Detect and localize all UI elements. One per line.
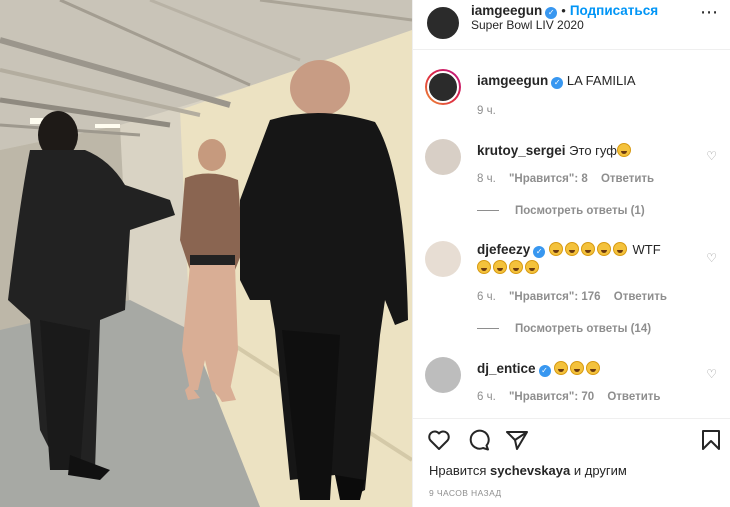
view-replies-label: Посмотреть ответы (1) <box>515 205 645 217</box>
comment-text-row: dj_entice ✓ <box>477 360 697 378</box>
comment-item: djefeezy ✓ WTF ♡ 6 ч. "Нравится": 176 Отв… <box>425 241 725 341</box>
comment-text: WTF <box>632 242 661 257</box>
laughing-emoji-icon <box>580 242 595 256</box>
commenter-avatar[interactable] <box>425 241 461 277</box>
caption-text-row: iamgeegun ✓ LA FAMILIA <box>477 72 697 90</box>
separator-dot: • <box>561 3 566 18</box>
post-panel: iamgeegun ✓ • Подписаться Super Bowl LIV 20… <box>412 0 730 507</box>
laughing-emoji-icon <box>554 361 569 375</box>
comment-item: dj_entice ✓ ♡ 6 ч. "Нравится": 70 Ответит… <box>425 357 725 417</box>
instagram-post: iamgeegun ✓ • Подписаться Super Bowl LIV 20… <box>0 0 730 507</box>
comment-username[interactable]: krutoy_sergei <box>477 143 566 158</box>
bookmark-icon[interactable] <box>701 429 721 451</box>
caption-time[interactable]: 9 ч. <box>477 105 496 117</box>
liked-by: Нравится sychevskaya и другим <box>429 463 627 478</box>
laughing-emoji-icon <box>548 242 563 256</box>
comment-item: krutoy_sergei Это гуф ♡ 8 ч. "Нравится":… <box>425 139 725 229</box>
more-icon[interactable]: ⋯ <box>700 2 719 23</box>
caption: iamgeegun ✓ LA FAMILIA 9 ч. <box>425 69 725 129</box>
comment-text-row: djefeezy ✓ WTF <box>477 241 697 277</box>
caption-avatar[interactable] <box>425 69 461 105</box>
comment-text: Это гуф <box>569 143 617 158</box>
post-time-ago-text: 9 часов назад <box>429 488 502 498</box>
view-replies-button[interactable]: Посмотреть ответы (1) <box>477 205 645 217</box>
comment-username[interactable]: djefeezy <box>477 242 530 257</box>
comment-meta: 8 ч. "Нравится": 8 Ответить <box>477 173 664 185</box>
post-time-ago[interactable]: 9 часов назад <box>429 488 502 498</box>
comment-icon[interactable] <box>467 429 491 451</box>
header-user-row: iamgeegun ✓ • Подписаться <box>471 3 658 19</box>
comment-likes[interactable]: "Нравится": 70 <box>509 391 594 403</box>
view-replies-label: Посмотреть ответы (14) <box>515 323 652 335</box>
laughing-emoji-icon <box>570 361 585 375</box>
comment-heart-icon[interactable]: ♡ <box>706 367 717 381</box>
verified-icon: ✓ <box>538 365 551 377</box>
comment-heart-icon[interactable]: ♡ <box>706 251 717 265</box>
post-header: iamgeegun ✓ • Подписаться Super Bowl LIV 20… <box>413 0 730 50</box>
caption-text: LA FAMILIA <box>566 73 636 88</box>
comment-time[interactable]: 6 ч. <box>477 291 496 303</box>
laughing-emoji-icon <box>525 260 539 274</box>
author-avatar[interactable] <box>425 5 461 41</box>
heart-icon[interactable] <box>427 429 451 451</box>
grinning-emoji-icon <box>616 143 631 157</box>
comment-likes[interactable]: "Нравится": 176 <box>509 291 601 303</box>
replies-line <box>477 328 499 330</box>
laughing-emoji-icon <box>586 361 601 375</box>
post-location[interactable]: Super Bowl LIV 2020 <box>471 18 584 32</box>
post-image <box>0 0 412 507</box>
author-username[interactable]: iamgeegun <box>471 3 542 18</box>
caption-meta: 9 ч. <box>477 105 506 117</box>
commenter-avatar[interactable] <box>425 357 461 393</box>
caption-username[interactable]: iamgeegun <box>477 73 548 88</box>
verified-icon: ✓ <box>533 246 546 258</box>
laughing-emoji-icon <box>509 260 523 274</box>
laughing-emoji-icon <box>477 260 491 274</box>
view-replies-button[interactable]: Посмотреть ответы (14) <box>477 323 651 335</box>
comment-likes[interactable]: "Нравится": 8 <box>509 173 588 185</box>
liked-suffix[interactable]: и другим <box>574 463 627 478</box>
replies-line <box>477 210 499 212</box>
liked-prefix: Нравится <box>429 463 487 478</box>
reply-button[interactable]: Ответить <box>614 291 667 303</box>
laughing-emoji-icon <box>564 242 579 256</box>
laughing-emoji-icon <box>596 242 611 256</box>
comment-heart-icon[interactable]: ♡ <box>706 149 717 163</box>
verified-icon: ✓ <box>551 77 564 89</box>
comment-username[interactable]: dj_entice <box>477 361 536 376</box>
comment-meta: 6 ч. "Нравится": 176 Ответить <box>477 291 677 303</box>
post-photo[interactable] <box>0 0 412 507</box>
comment-time[interactable]: 8 ч. <box>477 173 496 185</box>
liked-user[interactable]: sychevskaya <box>490 463 570 478</box>
commenter-avatar[interactable] <box>425 139 461 175</box>
post-actions: Нравится sychevskaya и другим 9 часов на… <box>413 418 730 507</box>
reply-button[interactable]: Ответить <box>607 391 660 403</box>
comment-time[interactable]: 6 ч. <box>477 391 496 403</box>
laughing-emoji-icon <box>612 242 627 256</box>
comment-meta: 6 ч. "Нравится": 70 Ответить <box>477 391 671 403</box>
comments-list: iamgeegun ✓ LA FAMILIA 9 ч. krutoy_sergei… <box>413 51 730 417</box>
follow-button[interactable]: Подписаться <box>570 3 658 18</box>
share-icon[interactable] <box>505 429 529 451</box>
reply-button[interactable]: Ответить <box>601 173 654 185</box>
comment-text-row: krutoy_sergei Это гуф <box>477 142 697 160</box>
laughing-emoji-icon <box>493 260 507 274</box>
